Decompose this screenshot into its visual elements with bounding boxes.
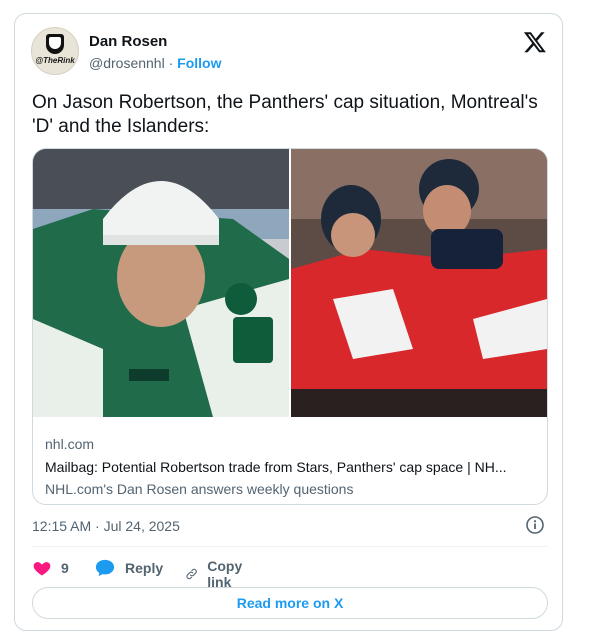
nhl-shield-icon [46,34,64,54]
avatar[interactable]: @TheRink [31,27,79,75]
read-more-button[interactable]: Read more on X [32,587,548,619]
separator-dot: · [168,55,174,71]
tweet-card: @TheRink Dan Rosen @drosennhl · Follow O… [14,13,563,631]
link-card[interactable]: nhl.com Mailbag: Potential Robertson tra… [32,148,548,505]
follow-button[interactable]: Follow [177,55,221,71]
reply-button[interactable]: Reply [94,558,163,578]
info-icon[interactable] [525,515,545,535]
tweet-timestamp[interactable]: 12:15 AM · Jul 24, 2025 [32,518,180,534]
reply-label: Reply [125,560,164,576]
tweet-text: On Jason Robertson, the Panthers' cap si… [32,92,538,137]
author-handle[interactable]: @drosennhl [89,55,165,71]
like-count: 9 [61,560,69,576]
copy-link-button[interactable]: Copy link [185,558,249,590]
x-logo-icon[interactable] [523,30,547,54]
author-name[interactable]: Dan Rosen [89,33,167,50]
speech-bubble-icon [95,559,115,577]
link-card-image [33,149,547,417]
link-headline: Mailbag: Potential Robertson trade from … [45,459,507,475]
divider [32,546,548,547]
avatar-text: @TheRink [35,56,75,65]
link-icon [186,568,197,580]
heart-icon [33,562,51,576]
link-description: NHL.com's Dan Rosen answers weekly quest… [45,481,354,497]
link-domain: nhl.com [45,436,95,452]
handle-line: @drosennhl · Follow [89,55,221,71]
like-button[interactable]: 9 [32,558,69,578]
copy-link-label: Copy link [207,558,243,590]
